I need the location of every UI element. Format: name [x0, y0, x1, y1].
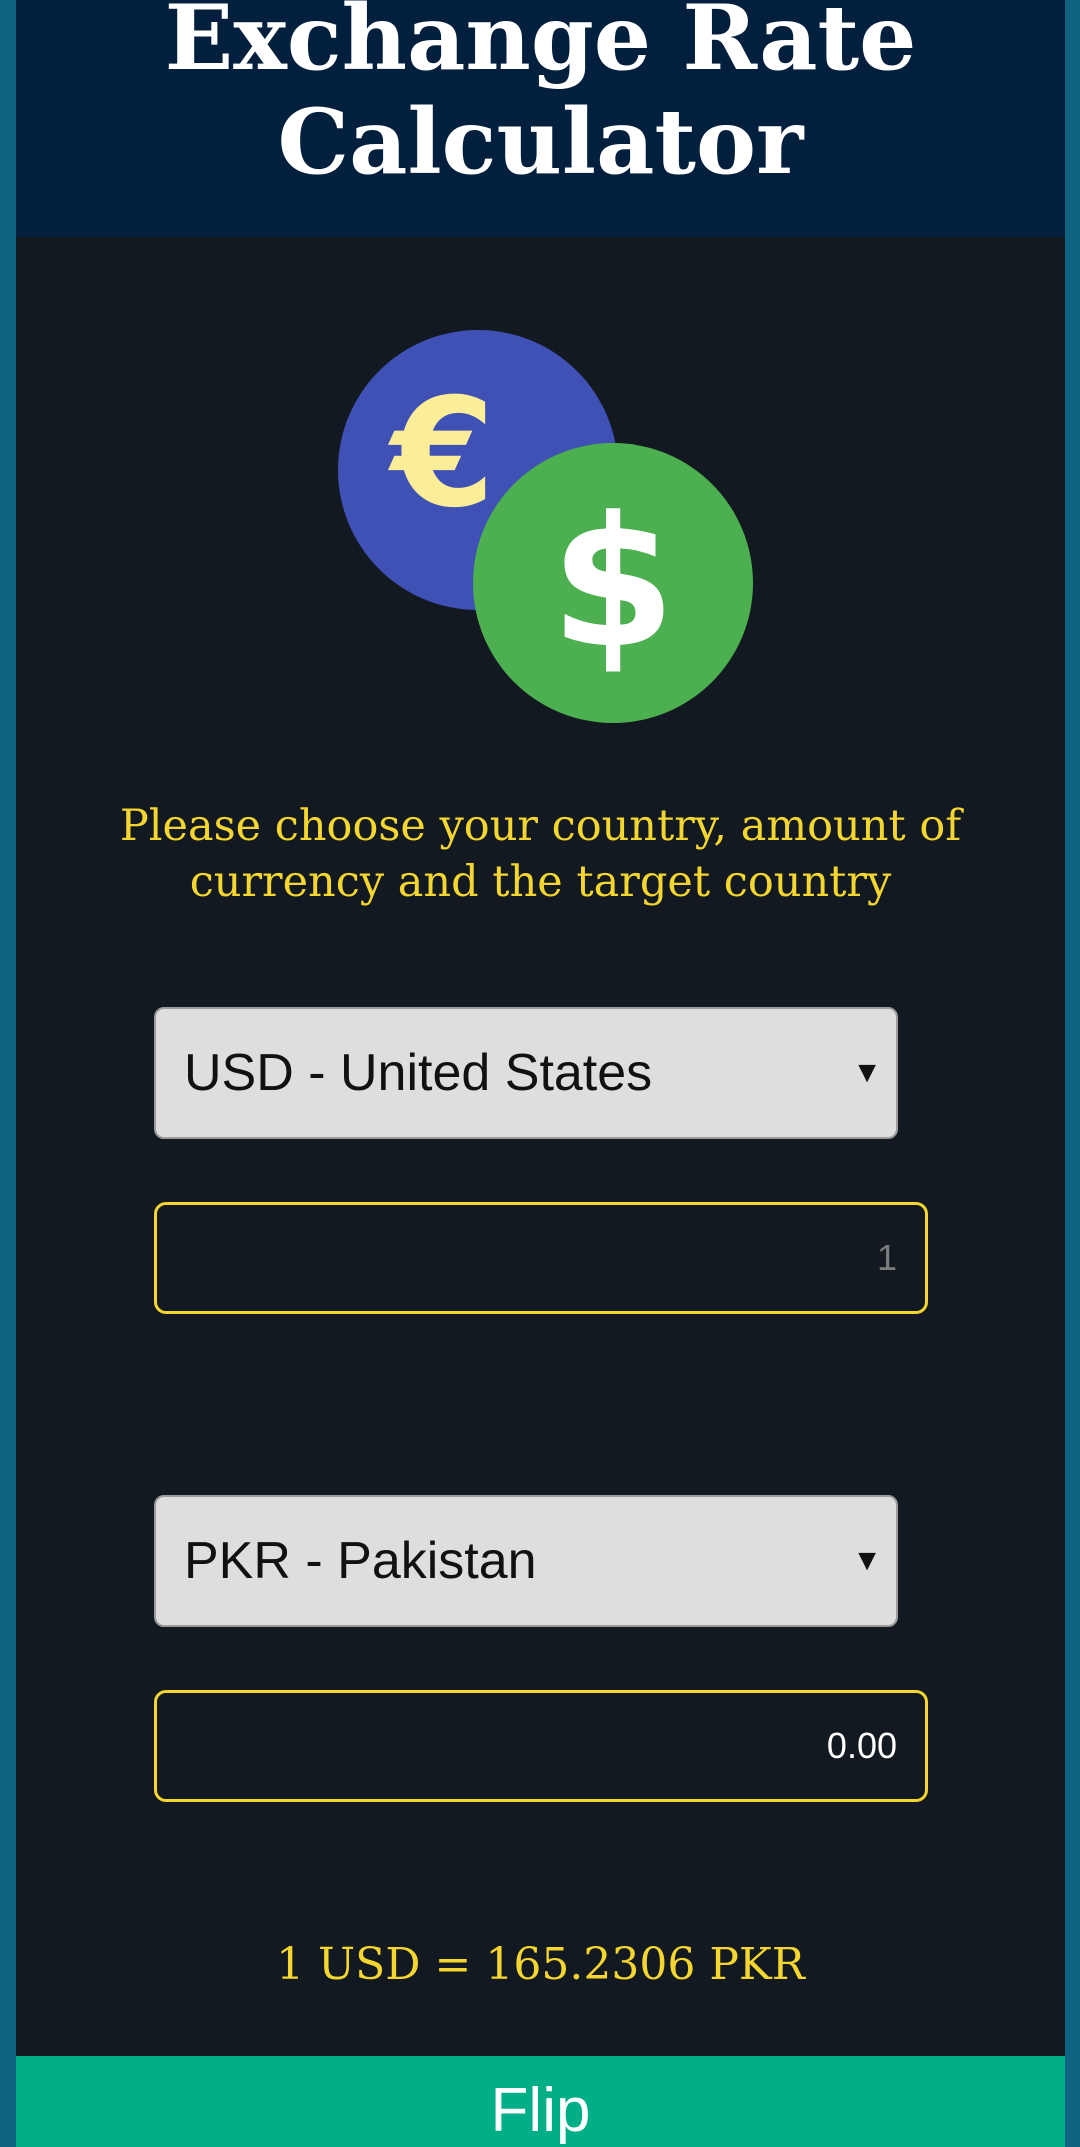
dropdown-arrow-icon: ▼ — [852, 1544, 882, 1577]
from-currency-select[interactable]: USD - United States ▼ — [154, 1007, 898, 1139]
flip-button[interactable]: Flip — [16, 2056, 1065, 2147]
dropdown-arrow-icon: ▼ — [852, 1056, 882, 1089]
exchange-rate-text: 1 USD = 165.2306 PKR — [276, 1939, 805, 1990]
page-title: Exchange Rate Calculator — [164, 0, 917, 195]
dollar-symbol: $ — [550, 479, 675, 688]
header: Exchange Rate Calculator — [16, 0, 1065, 237]
to-amount-output[interactable]: 0.00 — [154, 1690, 928, 1802]
from-amount-input[interactable]: 1 — [154, 1202, 928, 1314]
euro-symbol: € — [388, 367, 495, 541]
to-currency-select[interactable]: PKR - Pakistan ▼ — [154, 1495, 898, 1627]
from-currency-selected: USD - United States — [184, 1044, 653, 1102]
instructions-text: Please choose your country, amount of cu… — [119, 801, 962, 907]
to-currency-selected: PKR - Pakistan — [184, 1532, 537, 1590]
currency-logo-icon: € $ — [338, 330, 753, 723]
app-container: Exchange Rate Calculator € $ Please choo… — [16, 0, 1065, 2147]
